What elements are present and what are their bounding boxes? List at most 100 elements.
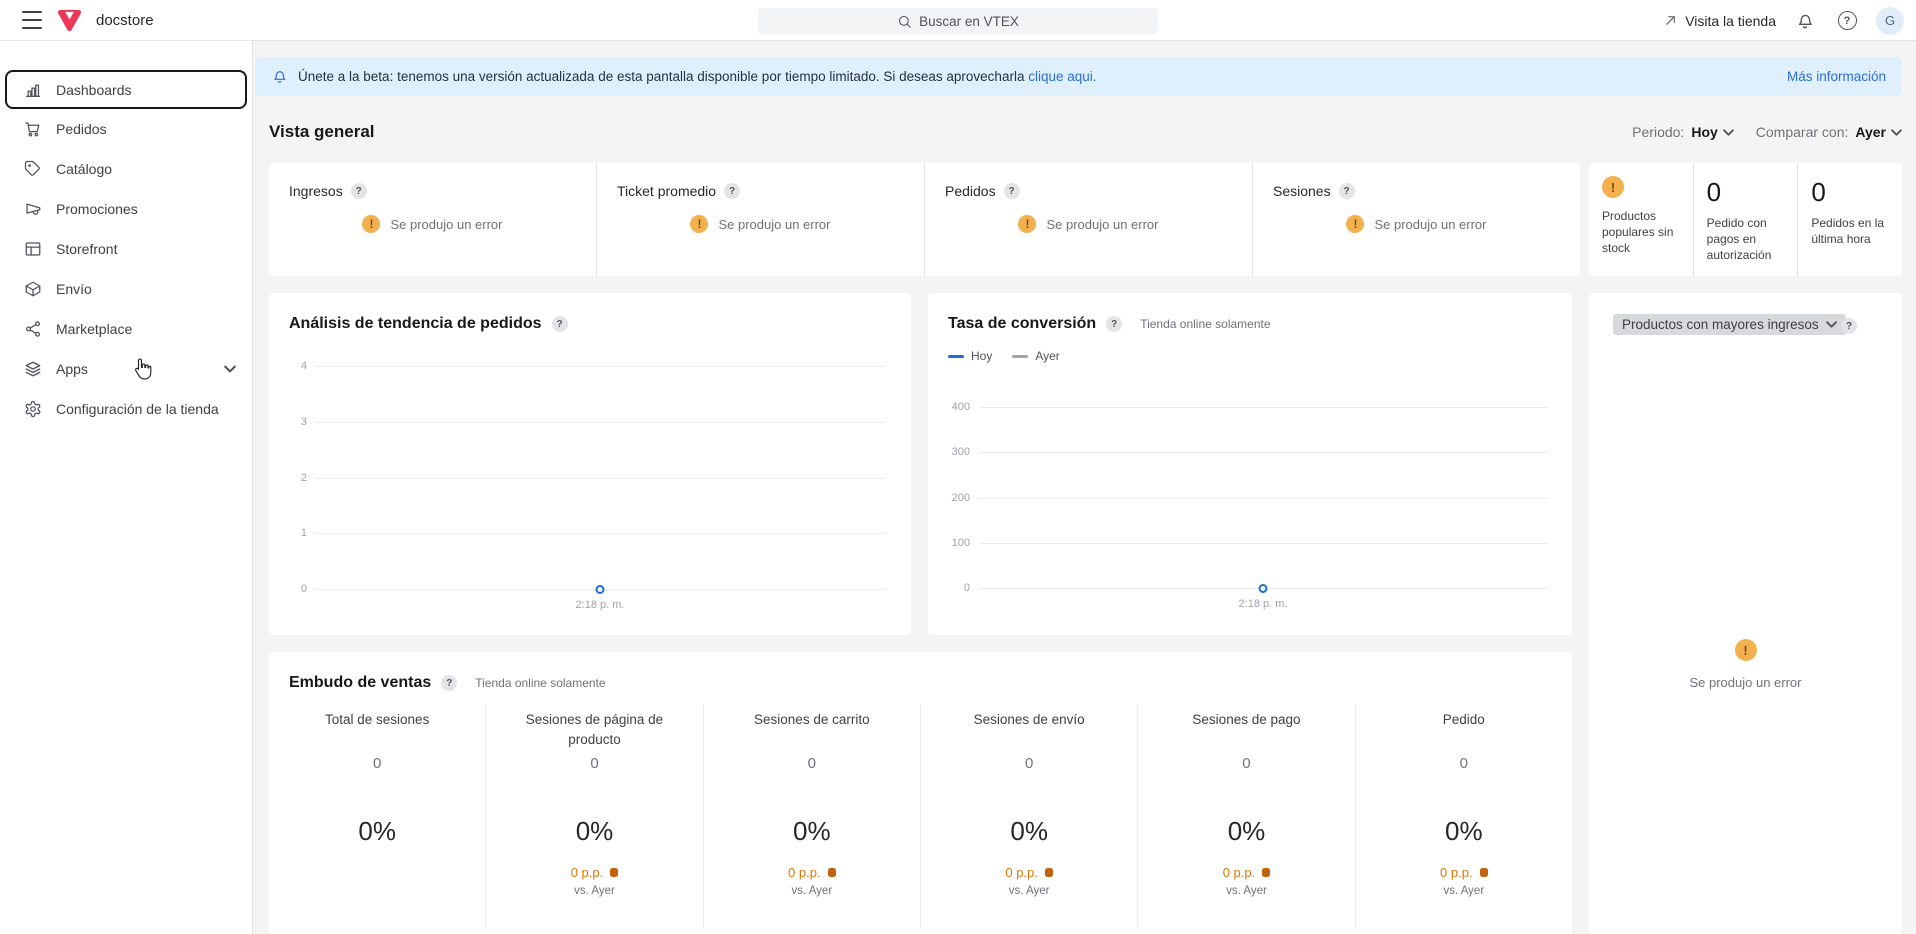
bar-chart-icon xyxy=(24,81,42,99)
y-axis-tick: 2 xyxy=(301,472,307,484)
more-info-link[interactable]: Más información xyxy=(1787,69,1886,84)
sidebar-item-catalogo[interactable]: Catálogo xyxy=(0,149,252,189)
funnel-label: Sesiones de pago xyxy=(1152,710,1340,750)
page-title: Vista general xyxy=(269,122,375,142)
visit-store-label: Visita la tienda xyxy=(1685,13,1776,29)
sidebar-item-label: Pedidos xyxy=(56,121,107,137)
warning-icon: ! xyxy=(1602,176,1624,198)
funnel-percent: 0% xyxy=(718,816,906,847)
kpi-title: Ticket promedio xyxy=(617,183,716,199)
megaphone-icon xyxy=(24,200,42,218)
sales-funnel-card: Embudo de ventas ? Tienda online solamen… xyxy=(269,652,1572,934)
chevron-down-icon xyxy=(1891,127,1902,138)
sidebar-item-storefront[interactable]: Storefront xyxy=(0,229,252,269)
funnel-pp: 0 p.p. xyxy=(1223,865,1256,880)
sidebar-item-dashboards[interactable]: Dashboards xyxy=(5,70,247,109)
warning-icon: ! xyxy=(1018,215,1036,233)
y-axis-tick: 100 xyxy=(952,537,970,549)
stat-label: Productos populares sin stock xyxy=(1602,208,1683,257)
stat-value: 0 xyxy=(1811,179,1892,205)
kpi-sesiones: Sesiones? !Se produjo un error xyxy=(1252,163,1580,276)
sidebar-item-label: Configuración de la tienda xyxy=(56,401,219,417)
vtex-logo-icon xyxy=(56,7,83,34)
layout-icon xyxy=(24,240,42,258)
search-input[interactable]: Buscar en VTEX xyxy=(758,8,1158,34)
help-icon[interactable]: ? xyxy=(441,675,457,691)
help-icon[interactable]: ? xyxy=(1841,318,1857,334)
sidebar: Dashboards Pedidos Catálogo Promociones … xyxy=(0,41,253,934)
sidebar-item-label: Catálogo xyxy=(56,161,112,177)
funnel-col-envio: Sesiones de envío 0 0% 0 p.p. vs. Ayer xyxy=(920,704,1137,927)
help-icon[interactable]: ? xyxy=(351,183,367,199)
data-point[interactable] xyxy=(1259,584,1268,593)
help-icon[interactable]: ? xyxy=(552,316,568,332)
funnel-value: 0 xyxy=(718,755,906,772)
chart-title: Tasa de conversión xyxy=(948,315,1096,333)
funnel-percent: 0% xyxy=(283,816,471,847)
sidebar-item-pedidos[interactable]: Pedidos xyxy=(0,109,252,149)
funnel-value: 0 xyxy=(1370,755,1558,772)
bell-icon xyxy=(271,68,288,85)
legend-item-ayer[interactable]: Ayer xyxy=(1012,349,1059,363)
warning-icon: ! xyxy=(362,215,380,233)
data-point[interactable] xyxy=(596,585,605,594)
funnel-value: 0 xyxy=(1152,755,1340,772)
sidebar-item-envio[interactable]: Envío xyxy=(0,269,252,309)
top-products-panel: Productos con mayores ingresos ? ! Se pr… xyxy=(1589,293,1902,934)
y-axis-tick: 200 xyxy=(952,492,970,504)
stat-ultima-hora: 0 Pedidos en la última hora xyxy=(1797,163,1902,276)
chevron-down-icon xyxy=(1723,127,1734,138)
help-button[interactable]: ? xyxy=(1834,8,1860,34)
page-header: Vista general Periodo: Hoy Comparar con:… xyxy=(269,120,1902,144)
funnel-pp: 0 p.p. xyxy=(1440,865,1473,880)
funnel-col-total-sesiones: Total de sesiones 0 0% xyxy=(269,704,485,927)
sidebar-item-label: Apps xyxy=(56,361,88,377)
visit-store-button[interactable]: Visita la tienda xyxy=(1663,13,1776,29)
help-icon[interactable]: ? xyxy=(724,183,740,199)
legend-item-hoy[interactable]: Hoy xyxy=(948,349,992,363)
funnel-percent: 0% xyxy=(500,816,688,847)
sidebar-item-marketplace[interactable]: Marketplace xyxy=(0,309,252,349)
kpi-card-row: Ingresos? !Se produjo un error Ticket pr… xyxy=(269,163,1580,276)
chart-legend: Hoy Ayer xyxy=(948,349,1060,363)
gear-icon xyxy=(24,400,42,418)
y-axis-tick: 3 xyxy=(301,416,307,428)
top-products-dropdown[interactable]: Productos con mayores ingresos xyxy=(1613,314,1846,335)
funnel-col-pago: Sesiones de pago 0 0% 0 p.p. vs. Ayer xyxy=(1137,704,1354,927)
funnel-label: Sesiones de carrito xyxy=(718,710,906,750)
chart-title: Análisis de tendencia de pedidos xyxy=(289,315,542,333)
funnel-vs: vs. Ayer xyxy=(718,885,906,897)
stat-pagos-autorizacion: 0 Pedido con pagos en autorización xyxy=(1693,163,1798,276)
funnel-subtitle: Tienda online solamente xyxy=(475,676,605,690)
avatar[interactable]: G xyxy=(1876,7,1904,35)
chart-subtitle: Tienda online solamente xyxy=(1140,317,1270,331)
y-axis-tick: 0 xyxy=(301,583,307,595)
compare-select[interactable]: Ayer xyxy=(1855,124,1902,140)
tag-icon xyxy=(24,160,42,178)
period-select[interactable]: Hoy xyxy=(1691,124,1733,140)
bell-icon xyxy=(1795,11,1815,31)
sidebar-item-promociones[interactable]: Promociones xyxy=(0,189,252,229)
notifications-button[interactable] xyxy=(1792,8,1818,34)
pp-marker-icon xyxy=(828,868,836,877)
funnel-vs: vs. Ayer xyxy=(500,885,688,897)
help-icon[interactable]: ? xyxy=(1339,183,1355,199)
funnel-vs: vs. Ayer xyxy=(1370,885,1558,897)
funnel-pp: 0 p.p. xyxy=(1005,865,1038,880)
sidebar-item-configuracion[interactable]: Configuración de la tienda xyxy=(0,389,252,429)
help-icon[interactable]: ? xyxy=(1004,183,1020,199)
box-icon xyxy=(24,280,42,298)
warning-icon: ! xyxy=(690,215,708,233)
funnel-label: Sesiones de envío xyxy=(935,710,1123,750)
sidebar-item-apps[interactable]: Apps xyxy=(0,349,252,389)
period-label: Periodo: xyxy=(1632,124,1684,140)
kpi-ticket-promedio: Ticket promedio? !Se produjo un error xyxy=(596,163,924,276)
search-icon xyxy=(897,14,912,29)
period-filter: Periodo: Hoy xyxy=(1632,124,1734,140)
help-icon[interactable]: ? xyxy=(1106,316,1122,332)
x-axis-tick: 2:18 p. m. xyxy=(576,599,625,611)
kpi-ingresos: Ingresos? !Se produjo un error xyxy=(269,163,596,276)
menu-icon[interactable] xyxy=(22,11,42,29)
quick-stats-card: ! Productos populares sin stock 0 Pedido… xyxy=(1589,163,1902,276)
banner-link[interactable]: clique aqui. xyxy=(1028,69,1096,84)
